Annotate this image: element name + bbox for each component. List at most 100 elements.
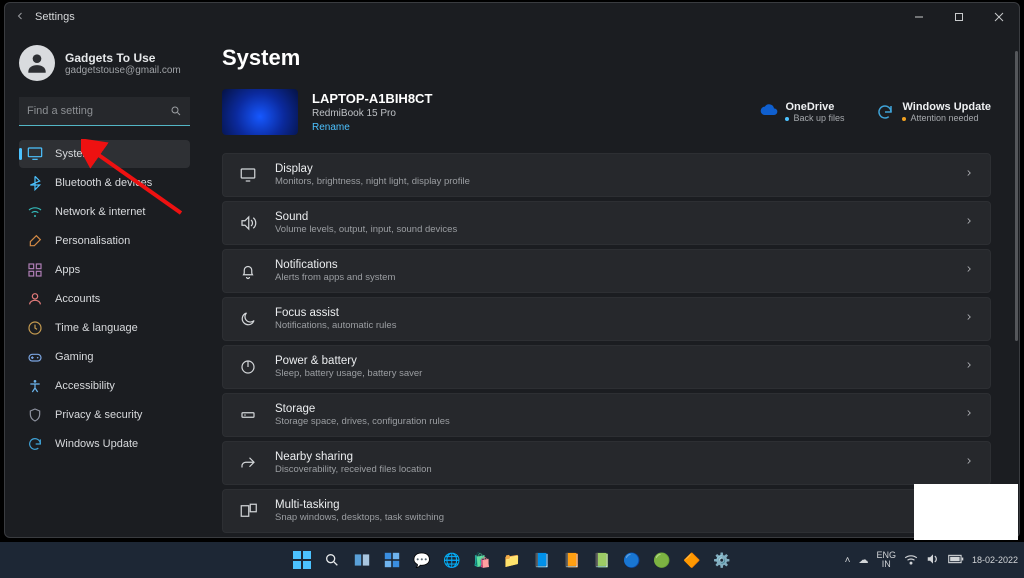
user-email: gadgetstouse@gmail.com xyxy=(65,65,181,76)
taskbar-search[interactable] xyxy=(319,547,345,573)
maximize-button[interactable] xyxy=(939,3,979,31)
onedrive-tile[interactable]: OneDrive Back up files xyxy=(759,101,844,123)
sidebar-item-label: Time & language xyxy=(55,322,138,334)
row-desc: Notifications, automatic rules xyxy=(275,320,946,331)
sidebar-item-label: Personalisation xyxy=(55,235,130,247)
user-name: Gadgets To Use xyxy=(65,51,181,65)
chevron-right-icon xyxy=(964,454,974,472)
wallpaper-thumb xyxy=(222,89,298,135)
row-title: Power & battery xyxy=(275,355,946,367)
sidebar-item-label: Bluetooth & devices xyxy=(55,177,152,189)
task-view[interactable] xyxy=(349,547,375,573)
settings-row-sound[interactable]: SoundVolume levels, output, input, sound… xyxy=(222,201,991,245)
display-icon xyxy=(239,166,257,184)
settings-taskbar-icon[interactable]: ⚙️ xyxy=(709,547,735,573)
row-desc: Monitors, brightness, night light, displ… xyxy=(275,176,946,187)
gaming-icon xyxy=(27,349,43,365)
onedrive-sub: Back up files xyxy=(785,113,844,123)
sidebar-item-apps[interactable]: Apps xyxy=(19,256,190,284)
close-button[interactable] xyxy=(979,3,1019,31)
rename-link[interactable]: Rename xyxy=(312,122,432,133)
excel-icon[interactable]: 📗 xyxy=(589,547,615,573)
main-content: System LAPTOP-A1BIH8CT RedmiBook 15 Pro … xyxy=(200,31,1019,537)
windows-update-tile[interactable]: Windows Update Attention needed xyxy=(876,101,991,123)
moon-icon xyxy=(239,310,257,328)
avatar xyxy=(19,45,55,81)
sidebar-item-accessibility[interactable]: Accessibility xyxy=(19,372,190,400)
settings-row-focus-assist[interactable]: Focus assistNotifications, automatic rul… xyxy=(222,297,991,341)
update-icon xyxy=(876,103,894,121)
update-title: Windows Update xyxy=(902,101,991,113)
clock-globe-icon xyxy=(27,320,43,336)
multitask-icon xyxy=(239,502,257,520)
bell-icon xyxy=(239,262,257,280)
row-title: Storage xyxy=(275,403,946,415)
chat-icon[interactable]: 💬 xyxy=(409,547,435,573)
tray-chevron-icon[interactable]: ˄ xyxy=(845,555,851,566)
chevron-right-icon xyxy=(964,358,974,376)
sidebar-item-accounts[interactable]: Accounts xyxy=(19,285,190,313)
settings-row-notifications[interactable]: NotificationsAlerts from apps and system xyxy=(222,249,991,293)
word-icon[interactable]: 📘 xyxy=(529,547,555,573)
nav-list: System Bluetooth & devices Network & inter… xyxy=(19,140,190,458)
chevron-right-icon xyxy=(964,406,974,424)
powerpoint-icon[interactable]: 📙 xyxy=(559,547,585,573)
sidebar-item-system[interactable]: System xyxy=(19,140,190,168)
device-info: LAPTOP-A1BIH8CT RedmiBook 15 Pro Rename xyxy=(312,91,432,133)
device-model: RedmiBook 15 Pro xyxy=(312,108,432,119)
misc-icon[interactable]: 🔶 xyxy=(679,547,705,573)
person-icon xyxy=(27,291,43,307)
whatsapp-icon[interactable]: 🟢 xyxy=(649,547,675,573)
minimize-button[interactable] xyxy=(899,3,939,31)
explorer-icon[interactable]: 📁 xyxy=(499,547,525,573)
tray-battery-icon[interactable] xyxy=(948,554,964,567)
sidebar-item-time-language[interactable]: Time & language xyxy=(19,314,190,342)
tray-wifi-icon[interactable] xyxy=(904,553,918,568)
settings-row-power-battery[interactable]: Power & batterySleep, battery usage, bat… xyxy=(222,345,991,389)
sidebar-item-label: Privacy & security xyxy=(55,409,142,421)
onedrive-title: OneDrive xyxy=(785,101,844,113)
scrollbar[interactable] xyxy=(1015,51,1018,341)
sidebar-item-gaming[interactable]: Gaming xyxy=(19,343,190,371)
back-button[interactable] xyxy=(11,10,29,25)
start-button[interactable] xyxy=(289,547,315,573)
tray-onedrive-icon[interactable]: ☁ xyxy=(858,555,868,566)
row-title: Multi-tasking xyxy=(275,499,946,511)
search-input[interactable] xyxy=(19,97,190,126)
chrome-icon[interactable]: 🔵 xyxy=(619,547,645,573)
tray-date[interactable]: 18-02-2022 xyxy=(972,556,1018,565)
sidebar-item-privacy-security[interactable]: Privacy & security xyxy=(19,401,190,429)
chevron-right-icon xyxy=(964,166,974,184)
store-icon[interactable]: 🛍️ xyxy=(469,547,495,573)
settings-row-storage[interactable]: StorageStorage space, drives, configurat… xyxy=(222,393,991,437)
cloud-icon xyxy=(759,103,777,121)
share-icon xyxy=(239,454,257,472)
chevron-right-icon xyxy=(964,262,974,280)
tray-volume-icon[interactable] xyxy=(926,553,940,568)
sidebar: Gadgets To Use gadgetstouse@gmail.com Sy… xyxy=(5,31,200,537)
settings-row-display[interactable]: DisplayMonitors, brightness, night light… xyxy=(222,153,991,197)
widgets[interactable] xyxy=(379,547,405,573)
user-block[interactable]: Gadgets To Use gadgetstouse@gmail.com xyxy=(19,45,190,81)
titlebar: Settings xyxy=(5,3,1019,31)
row-desc: Storage space, drives, configuration rul… xyxy=(275,416,946,427)
language-indicator[interactable]: ENGIN xyxy=(876,551,896,569)
window-title: Settings xyxy=(35,11,75,23)
settings-row-nearby-sharing[interactable]: Nearby sharingDiscoverability, received … xyxy=(222,441,991,485)
system-tray[interactable]: ˄ ☁ ENGIN 18-02-2022 xyxy=(845,542,1018,578)
sidebar-item-personalisation[interactable]: Personalisation xyxy=(19,227,190,255)
sidebar-item-label: Accessibility xyxy=(55,380,115,392)
sidebar-item-label: System xyxy=(55,148,92,160)
row-desc: Alerts from apps and system xyxy=(275,272,946,283)
settings-row-multi-tasking[interactable]: Multi-taskingSnap windows, desktops, tas… xyxy=(222,489,991,533)
sidebar-item-bluetooth-devices[interactable]: Bluetooth & devices xyxy=(19,169,190,197)
wifi-icon xyxy=(27,204,43,220)
settings-list: DisplayMonitors, brightness, night light… xyxy=(222,153,991,533)
sidebar-item-windows-update[interactable]: Windows Update xyxy=(19,430,190,458)
watermark-block xyxy=(914,484,1018,540)
edge-icon[interactable]: 🌐 xyxy=(439,547,465,573)
power-icon xyxy=(239,358,257,376)
row-desc: Discoverability, received files location xyxy=(275,464,946,475)
grid-icon xyxy=(27,262,43,278)
sidebar-item-network-internet[interactable]: Network & internet xyxy=(19,198,190,226)
